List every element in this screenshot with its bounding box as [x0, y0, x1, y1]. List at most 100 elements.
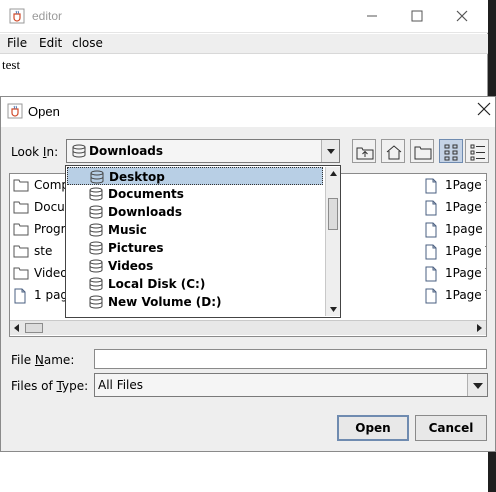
file-name: Docur [34, 200, 65, 214]
file-name: 1Page T [445, 288, 486, 302]
look-in-combo[interactable]: Downloads [66, 139, 340, 163]
home-button[interactable] [381, 139, 405, 163]
menu-edit[interactable]: Edit [39, 36, 62, 50]
drive-icon [88, 295, 104, 312]
file-icon [424, 200, 438, 217]
file-name: 1Page T [445, 266, 486, 280]
file-name-input[interactable] [94, 349, 487, 369]
details-view-button[interactable] [465, 139, 489, 163]
files-of-type-label: Files of Type: [11, 379, 89, 393]
editor-title-bar: editor [0, 0, 488, 33]
minimize-icon[interactable] [361, 6, 383, 26]
file-name: Comp [34, 178, 65, 192]
dropdown-item-label: New Volume (D:) [108, 295, 222, 309]
details-view-icon [470, 144, 485, 161]
file-list-item[interactable]: 1 page [13, 287, 65, 305]
file-list-item[interactable]: ste [13, 243, 65, 261]
folder-icon [13, 178, 29, 195]
home-icon [386, 145, 402, 160]
folder-icon [13, 200, 29, 217]
dropdown-item[interactable]: Downloads [67, 203, 323, 221]
file-name: 1 page [34, 288, 65, 302]
editor-text-area[interactable]: test [2, 57, 20, 73]
scroll-up-icon[interactable] [326, 167, 341, 181]
folder-icon [13, 222, 29, 239]
chevron-down-icon[interactable] [467, 374, 487, 396]
dropdown-item-label: Documents [108, 187, 184, 201]
dropdown-item[interactable]: Pictures [67, 239, 323, 257]
menu-close[interactable]: close [72, 36, 103, 50]
drive-icon [88, 187, 104, 204]
editor-title: editor [32, 9, 63, 23]
drive-icon [88, 241, 104, 258]
file-icon [424, 244, 438, 261]
file-list-item[interactable]: Docur [13, 199, 65, 217]
file-list-item[interactable]: 1Page T [424, 177, 486, 195]
drive-icon [88, 259, 104, 276]
open-button[interactable]: Open [337, 415, 409, 441]
file-list-item[interactable]: 1Page T [424, 287, 486, 305]
dropdown-item[interactable]: Local Disk (C:) [67, 275, 323, 293]
file-name: 1Page T [445, 178, 486, 192]
new-folder-icon [414, 146, 432, 160]
file-list-item[interactable]: 1page T [424, 221, 486, 239]
dropdown-item-label: Pictures [108, 241, 164, 255]
close-icon[interactable] [477, 102, 491, 116]
folder-icon [13, 244, 29, 261]
dropdown-scrollbar[interactable] [325, 167, 340, 316]
scrollbar-thumb[interactable] [328, 198, 338, 230]
scroll-left-icon[interactable] [10, 321, 24, 335]
dropdown-item[interactable]: Documents [67, 185, 323, 203]
dropdown-item-label: Videos [108, 259, 154, 273]
menu-file[interactable]: File [7, 36, 27, 50]
editor-body-bottom [0, 452, 488, 492]
file-icon [13, 288, 27, 305]
file-list-item[interactable]: Progr [13, 221, 65, 239]
cancel-button[interactable]: Cancel [415, 415, 487, 441]
scroll-down-icon[interactable] [326, 302, 341, 316]
look-in-value: Downloads [89, 144, 164, 158]
file-list-item[interactable]: Comp [13, 177, 65, 195]
list-view-button[interactable] [439, 139, 463, 163]
close-icon[interactable] [451, 6, 473, 26]
scroll-right-icon[interactable] [472, 321, 486, 335]
file-list-item[interactable]: 1Page T [424, 265, 486, 283]
list-view-icon [444, 144, 458, 161]
file-name: ste [34, 244, 53, 258]
file-name: 1page T [445, 222, 486, 236]
file-icon [424, 266, 438, 283]
file-list-item[interactable]: 1Page T [424, 243, 486, 261]
dropdown-item-label: Desktop [109, 170, 165, 184]
file-name: 1Page T [445, 244, 486, 258]
dropdown-item[interactable]: Music [67, 221, 323, 239]
dropdown-item-label: Downloads [108, 205, 183, 219]
new-folder-button[interactable] [410, 139, 434, 163]
files-of-type-combo[interactable]: All Files [94, 373, 488, 397]
file-list-item[interactable]: Video [13, 265, 65, 283]
java-cup-icon [9, 8, 25, 24]
drive-icon [72, 144, 86, 158]
file-list-item[interactable]: 1Page T [424, 199, 486, 217]
file-name-label: File Name: [11, 353, 75, 367]
dropdown-item[interactable]: New Volume (D:) [67, 293, 323, 311]
maximize-icon[interactable] [406, 6, 428, 26]
horizontal-scrollbar[interactable] [10, 320, 486, 335]
dropdown-item[interactable]: Desktop [67, 167, 323, 185]
up-folder-icon [356, 147, 374, 160]
drive-icon [88, 205, 104, 222]
up-folder-button[interactable] [352, 139, 376, 163]
file-name: 1Page T [445, 200, 486, 214]
file-name: Progr [34, 222, 65, 236]
dropdown-item[interactable]: Videos [67, 257, 323, 275]
chevron-down-icon[interactable] [321, 140, 339, 162]
drive-icon [88, 277, 104, 294]
files-of-type-value: All Files [98, 378, 144, 392]
editor-menu-bar: File Edit close [0, 34, 488, 54]
file-icon [424, 222, 438, 239]
scrollbar-thumb[interactable] [25, 323, 43, 333]
look-in-label: Look In: [11, 145, 59, 159]
look-in-dropdown-list[interactable]: Desktop Documents Downloads Music Pictures Vi… [65, 165, 341, 318]
folder-icon [13, 266, 29, 283]
dropdown-item-label: Music [108, 223, 147, 237]
dropdown-item-label: Local Disk (C:) [108, 277, 206, 291]
